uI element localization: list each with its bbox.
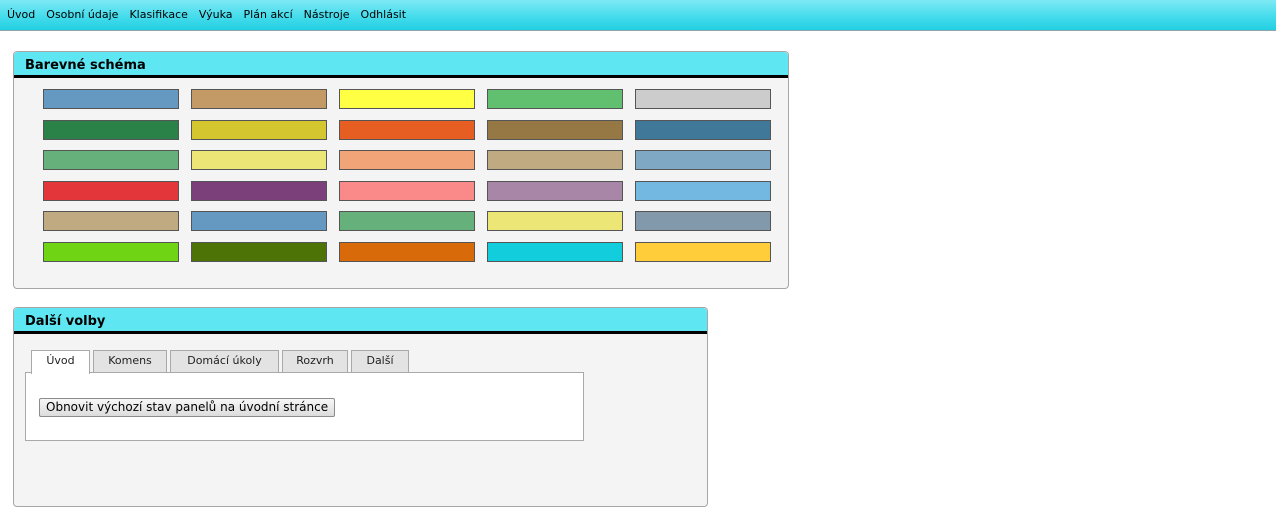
color-swatch[interactable] [339, 89, 475, 109]
color-swatch[interactable] [487, 120, 623, 140]
color-swatch[interactable] [191, 120, 327, 140]
more-options-title: Další volby [25, 314, 106, 329]
tab-dalsi[interactable]: Další [351, 350, 409, 372]
color-swatch[interactable] [339, 242, 475, 262]
color-swatch[interactable] [339, 120, 475, 140]
top-menu: Úvod Osobní údaje Klasifikace Výuka Plán… [0, 8, 409, 21]
color-swatch[interactable] [339, 181, 475, 201]
menu-item-osobni-udaje[interactable]: Osobní údaje [46, 8, 118, 21]
color-swatch[interactable] [487, 181, 623, 201]
tab-uvod[interactable]: Úvod [31, 350, 90, 374]
color-swatch[interactable] [43, 242, 179, 262]
reset-panels-button[interactable]: Obnovit výchozí stav panelů na úvodní st… [39, 398, 336, 417]
color-swatch[interactable] [339, 211, 475, 231]
color-swatch[interactable] [635, 211, 771, 231]
color-swatch[interactable] [43, 150, 179, 170]
color-swatch[interactable] [487, 242, 623, 262]
color-scheme-title: Barevné schéma [25, 58, 146, 73]
color-swatch[interactable] [191, 211, 327, 231]
color-swatch[interactable] [339, 150, 475, 170]
color-swatch[interactable] [191, 242, 327, 262]
top-menu-bar: Úvod Osobní údaje Klasifikace Výuka Plán… [0, 0, 1276, 31]
tab-domaci-ukoly[interactable]: Domácí úkoly [170, 350, 279, 372]
menu-item-vyuka[interactable]: Výuka [199, 8, 233, 21]
menu-item-uvod[interactable]: Úvod [7, 8, 35, 21]
tab-rozvrh[interactable]: Rozvrh [282, 350, 348, 372]
color-swatch[interactable] [487, 150, 623, 170]
color-swatch[interactable] [635, 120, 771, 140]
color-swatch[interactable] [191, 89, 327, 109]
menu-item-plan-akci[interactable]: Plán akcí [244, 8, 293, 21]
tab-komens[interactable]: Komens [93, 350, 167, 372]
color-swatch[interactable] [635, 242, 771, 262]
color-swatch[interactable] [487, 211, 623, 231]
menu-item-klasifikace[interactable]: Klasifikace [129, 8, 187, 21]
color-swatch[interactable] [43, 120, 179, 140]
menu-item-odhlasit[interactable]: Odhlásit [361, 8, 407, 21]
color-swatch[interactable] [191, 150, 327, 170]
tab-content-uvod: Obnovit výchozí stav panelů na úvodní st… [25, 372, 584, 441]
color-swatch[interactable] [487, 89, 623, 109]
menu-item-nastroje[interactable]: Nástroje [304, 8, 350, 21]
more-options-panel: Další volby Úvod Komens Domácí úkoly Roz… [13, 307, 708, 507]
color-swatch[interactable] [635, 89, 771, 109]
color-swatch[interactable] [43, 181, 179, 201]
color-swatch[interactable] [635, 150, 771, 170]
more-options-header: Další volby [14, 308, 707, 334]
color-swatch[interactable] [43, 89, 179, 109]
color-swatch[interactable] [635, 181, 771, 201]
color-swatch[interactable] [191, 181, 327, 201]
color-scheme-header: Barevné schéma [14, 52, 788, 78]
color-scheme-panel: Barevné schéma [13, 51, 789, 289]
color-swatch[interactable] [43, 211, 179, 231]
